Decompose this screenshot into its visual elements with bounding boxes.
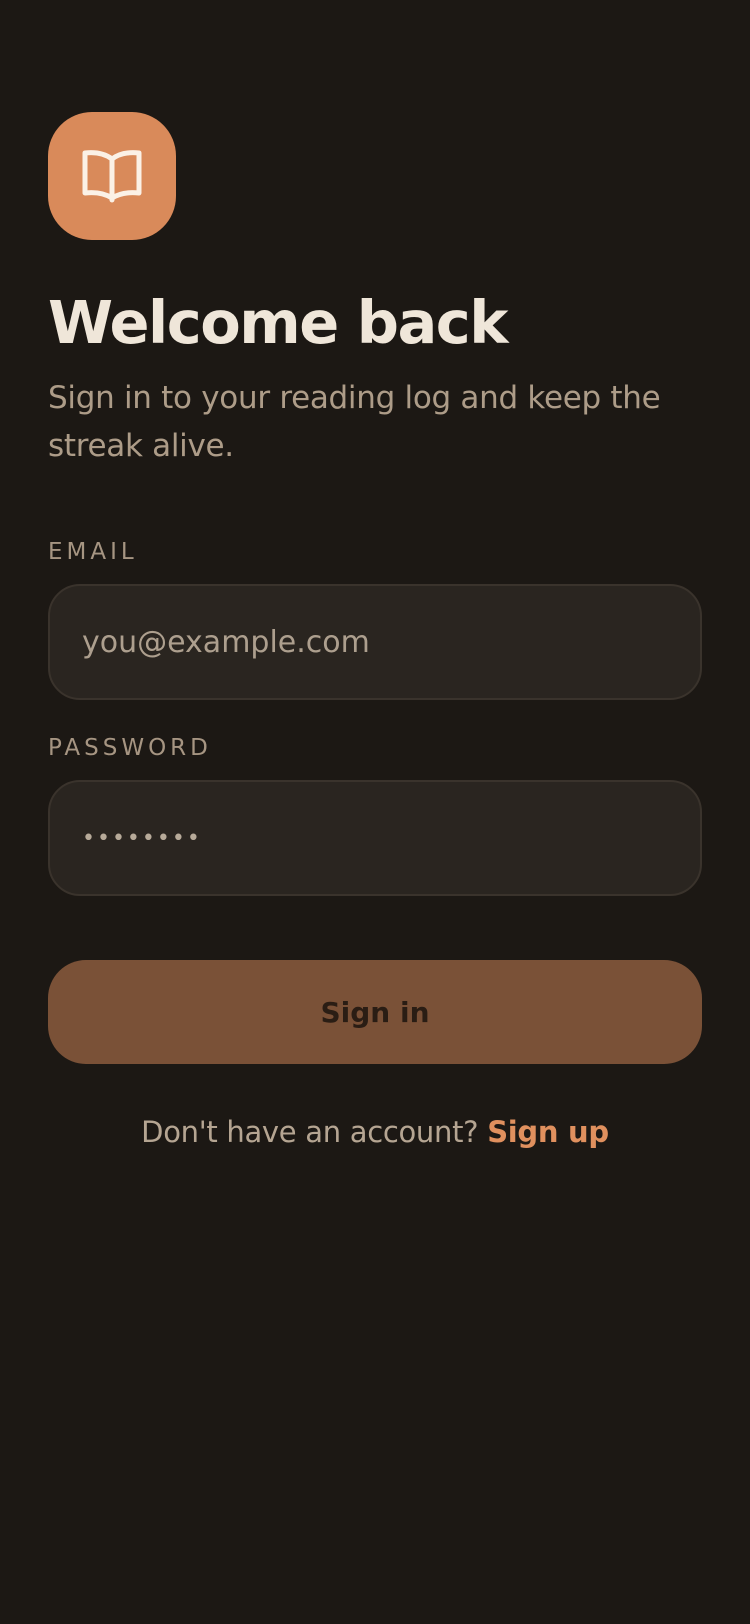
- page-title: Welcome back: [48, 288, 509, 357]
- login-screen: Welcome back Sign in to your reading log…: [0, 0, 750, 1624]
- open-book-icon: [82, 150, 142, 203]
- signup-prompt-text: Don't have an account?: [141, 1115, 479, 1149]
- signup-prompt-row: Don't have an account? Sign up: [0, 1112, 750, 1152]
- email-label: EMAIL: [48, 539, 138, 565]
- password-field[interactable]: [48, 780, 702, 896]
- page-subtitle: Sign in to your reading log and keep the…: [48, 380, 661, 464]
- app-logo: [48, 112, 176, 240]
- sign-up-link[interactable]: Sign up: [487, 1115, 609, 1149]
- sign-in-button[interactable]: Sign in: [48, 960, 702, 1064]
- email-field[interactable]: [48, 584, 702, 700]
- password-label: PASSWORD: [48, 735, 212, 761]
